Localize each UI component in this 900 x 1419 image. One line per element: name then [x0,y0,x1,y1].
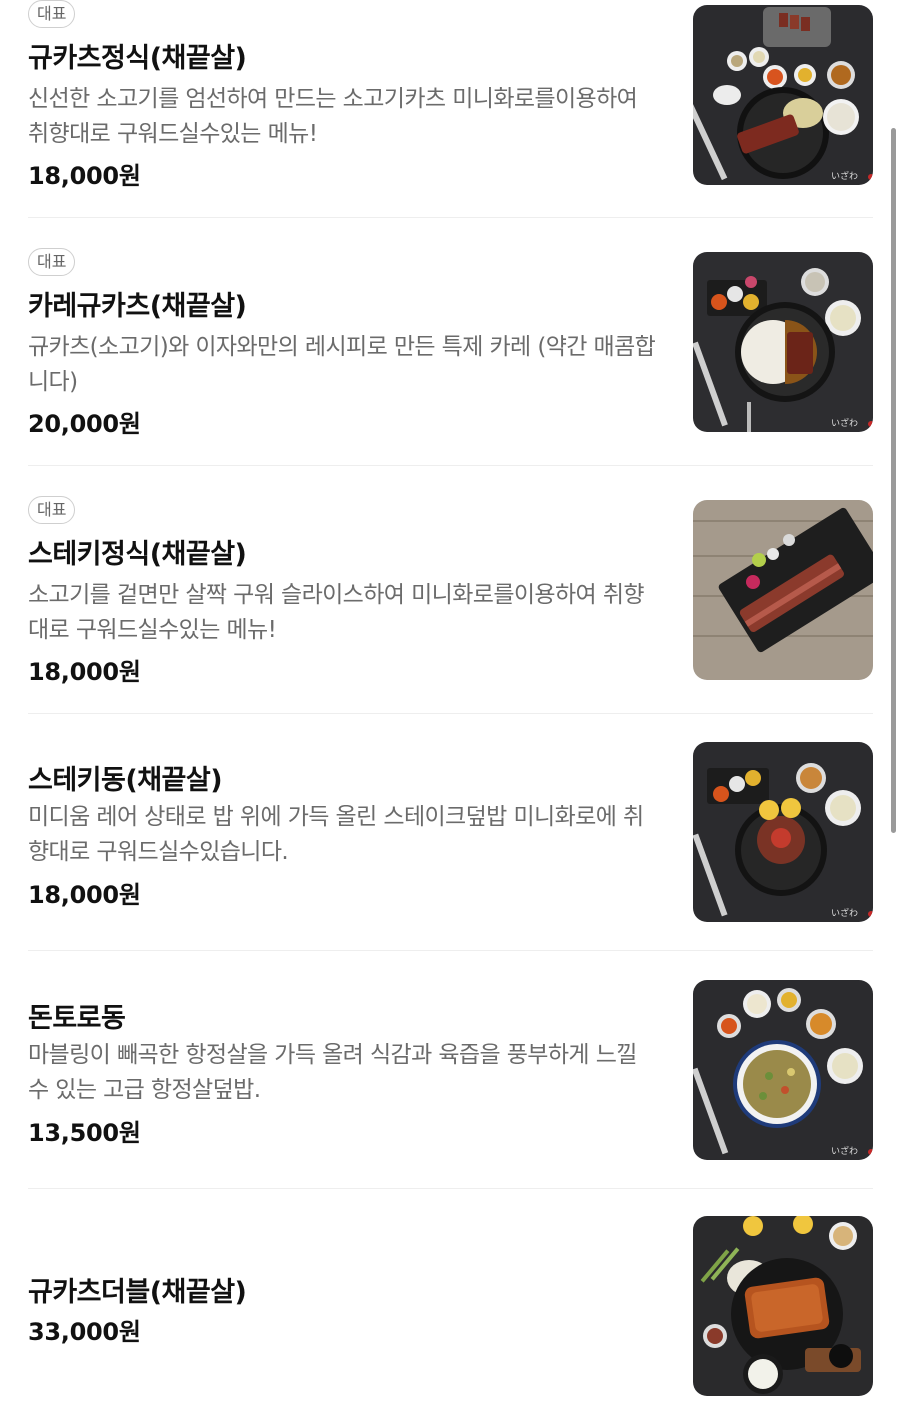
menu-item-photo[interactable]: いざわ [693,980,873,1160]
menu-item-photo[interactable]: いざわ [693,252,873,432]
menu-item-price: 13,500원 [28,1119,141,1147]
menu-item-name: 돈토로동 [28,1003,126,1034]
menu-list: 대표 규카츠정식(채끝살) 신선한 소고기를 엄선하여 만드는 소고기카츠 미니… [0,0,900,1419]
menu-item-photo[interactable]: いざわ [693,5,873,185]
menu-item-name: 스테키동(채끝살) [28,765,223,796]
watermark-text: いざわ [831,1145,858,1157]
menu-item-description: 소고기를 겉면만 살짝 구워 슬라이스하여 미니화로를이용하여 취향대로 구워드… [28,582,645,643]
menu-item-name: 스테키정식(채끝살) [28,539,247,570]
menu-item-photo[interactable] [693,500,873,680]
scrollbar[interactable] [891,128,896,833]
menu-item-description: 규카츠(소고기)와 이자와만의 레시피로 만든 특제 카레 (약간 매콤합니다) [28,334,656,395]
divider [28,465,873,466]
divider [28,950,873,951]
menu-item-price: 18,000원 [28,658,141,686]
menu-item-name: 카레규카츠(채끝살) [28,291,247,322]
watermark-text: いざわ [831,907,858,919]
menu-item-description: 신선한 소고기를 엄선하여 만드는 소고기카츠 미니화로를이용하여 취향대로 구… [28,86,638,147]
menu-item[interactable]: 대표 규카츠정식(채끝살) 신선한 소고기를 엄선하여 만드는 소고기카츠 미니… [28,0,873,218]
menu-item[interactable]: 돈토로동 마블링이 빼곡한 항정살을 가득 올려 식감과 육즙을 풍부하게 느낄… [28,980,873,1189]
menu-item[interactable]: 대표 스테키정식(채끝살) 소고기를 겉면만 살짝 구워 슬라이스하여 미니화로… [28,496,873,714]
menu-item-price: 18,000원 [28,162,141,190]
signature-badge: 대표 [28,496,76,524]
divider [28,217,873,218]
menu-item-name: 규카츠더블(채끝살) [28,1277,247,1308]
menu-item-photo[interactable]: いざわ [693,742,873,922]
menu-item-description: 미디움 레어 상태로 밥 위에 가득 올린 스테이크덮밥 미니화로에 취향대로 … [28,804,644,865]
menu-item-name: 규카츠정식(채끝살) [28,43,247,74]
menu-item-description: 마블링이 빼곡한 항정살을 가득 올려 식감과 육즙을 풍부하게 느낄 수 있는… [28,1042,637,1103]
menu-item-price: 18,000원 [28,881,141,909]
menu-item-price: 20,000원 [28,410,141,438]
watermark-text: いざわ [831,170,858,182]
menu-item[interactable]: 규카츠더블(채끝살) 33,000원 [28,1216,873,1416]
signature-badge: 대표 [28,248,76,276]
divider [28,1188,873,1189]
menu-item-price: 33,000원 [28,1318,141,1346]
signature-badge: 대표 [28,0,76,28]
menu-item[interactable]: 대표 카레규카츠(채끝살) 규카츠(소고기)와 이자와만의 레시피로 만든 특제… [28,248,873,466]
menu-item[interactable]: 스테키동(채끝살) 미디움 레어 상태로 밥 위에 가득 올린 스테이크덮밥 미… [28,742,873,951]
divider [28,713,873,714]
watermark-text: いざわ [831,417,858,429]
menu-item-photo[interactable] [693,1216,873,1396]
